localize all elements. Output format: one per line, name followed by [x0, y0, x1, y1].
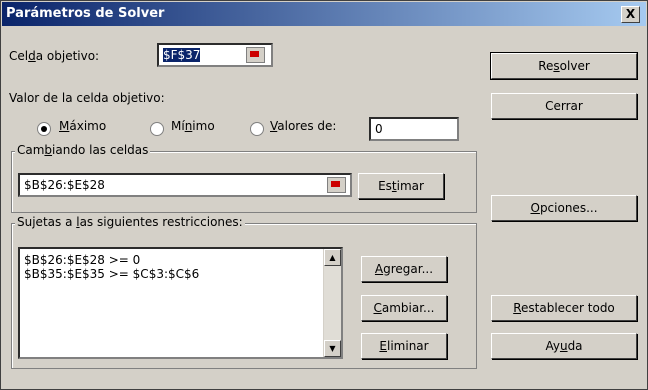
radio-max[interactable] [37, 122, 51, 136]
add-button[interactable]: Agregar... [361, 256, 447, 282]
changing-legend: Cambiando las celdas [15, 143, 151, 157]
help-button[interactable]: Ayuda [491, 333, 637, 359]
solve-button[interactable]: Resolver [490, 52, 638, 80]
target-value-label: Valor de la celda objetivo: [9, 91, 165, 105]
scroll-up-icon[interactable]: ▲ [324, 249, 341, 266]
radio-min-label: Mínimo [171, 119, 215, 133]
list-item[interactable]: $B$35:$E$35 >= $C$3:$C$6 [24, 267, 199, 281]
title-bar: Parámetros de Solver X [2, 2, 646, 26]
radio-value[interactable] [250, 122, 264, 136]
constraints-legend: Sujetas a las siguientes restricciones: [15, 215, 245, 229]
target-cell-label: Celda objetivo: [9, 49, 100, 63]
solver-dialog: Parámetros de Solver X Celda objetivo: $… [0, 0, 648, 390]
changing-collapse-icon[interactable] [327, 177, 346, 193]
constraints-list[interactable]: $B$26:$E$28 >= 0 $B$35:$E$35 >= $C$3:$C$… [18, 247, 343, 359]
target-collapse-icon[interactable] [246, 47, 265, 63]
delete-button[interactable]: Eliminar [361, 333, 447, 359]
radio-max-label: Máximo [59, 119, 107, 133]
close-icon[interactable]: X [621, 6, 640, 23]
options-button[interactable]: Opciones... [491, 195, 637, 221]
reset-button[interactable]: Restablecer todo [491, 295, 637, 321]
scrollbar[interactable]: ▲ ▼ [323, 249, 341, 357]
close-button[interactable]: Cerrar [491, 93, 637, 119]
estimate-button[interactable]: Estimar [358, 173, 444, 199]
value-field[interactable]: 0 [369, 117, 459, 141]
dialog-title: Parámetros de Solver [6, 6, 165, 21]
scroll-down-icon[interactable]: ▼ [324, 340, 341, 357]
radio-min[interactable] [150, 122, 164, 136]
radio-value-label: Valores de: [270, 119, 337, 133]
changing-cells-field[interactable]: $B$26:$E$28 [18, 173, 352, 197]
change-button[interactable]: Cambiar... [361, 295, 447, 321]
list-item[interactable]: $B$26:$E$28 >= 0 [24, 253, 140, 267]
